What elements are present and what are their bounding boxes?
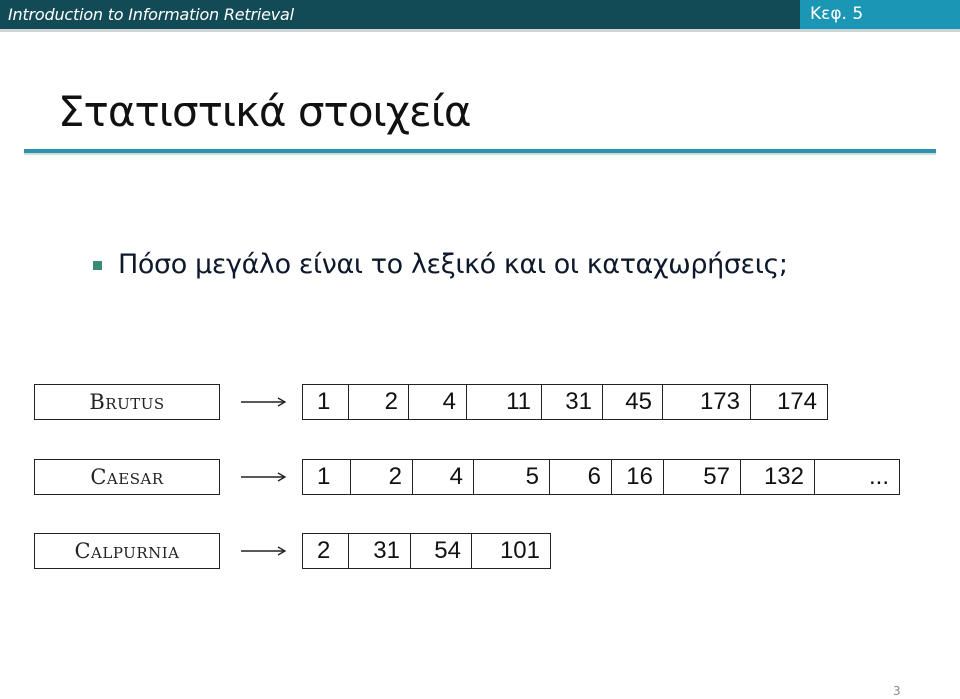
posting-cell: 4 xyxy=(413,460,474,494)
postings-list-caesar: 1 2 4 5 6 16 57 132 ... xyxy=(302,459,900,495)
term-box-brutus: Brutus xyxy=(34,384,220,420)
posting-cell: 2 xyxy=(351,460,413,494)
square-bullet-icon xyxy=(93,261,102,270)
posting-cell: 57 xyxy=(664,460,741,494)
long-right-arrow-icon xyxy=(240,459,288,495)
posting-cell: 5 xyxy=(474,460,550,494)
posting-cell: 132 xyxy=(741,460,815,494)
term-label: Calpurnia xyxy=(74,539,180,563)
postings-list-brutus: 1 2 4 11 31 45 173 174 xyxy=(302,384,828,420)
postings-list-calpurnia: 2 31 54 101 xyxy=(302,533,551,569)
posting-cell: 2 xyxy=(349,385,409,419)
term-box-caesar: Caesar xyxy=(34,459,220,495)
course-title: Introduction to Information Retrieval xyxy=(8,5,294,24)
posting-cell: 1 xyxy=(303,460,351,494)
page-number: 3 xyxy=(893,684,901,698)
posting-cell: 6 xyxy=(550,460,612,494)
posting-cell: 31 xyxy=(349,534,411,568)
chapter-badge: Κεφ. 5 xyxy=(800,0,960,29)
posting-cell: 174 xyxy=(776,388,817,415)
posting-cell: 1 xyxy=(303,385,349,419)
posting-cell-ellipsis: ... xyxy=(868,463,889,490)
posting-cell: 45 xyxy=(603,385,663,419)
term-label: Caesar xyxy=(90,465,164,489)
long-right-arrow-icon xyxy=(240,533,288,569)
posting-cell: 31 xyxy=(542,385,603,419)
title-underline-shadow xyxy=(24,153,936,155)
term-label: Brutus xyxy=(89,390,165,414)
slide-title: Στατιστικά στοιχεία xyxy=(58,87,472,136)
header-bar: Introduction to Information Retrieval Κε… xyxy=(0,0,960,29)
bullet-text: Πόσο μεγάλο είναι το λεξικό και οι καταχ… xyxy=(118,249,788,280)
posting-cell: 2 xyxy=(303,534,349,568)
posting-cell: 54 xyxy=(411,534,472,568)
term-box-calpurnia: Calpurnia xyxy=(34,533,220,569)
chapter-label: Κεφ. 5 xyxy=(810,4,864,24)
header-shadow xyxy=(0,29,960,32)
posting-cell: 4 xyxy=(409,385,467,419)
posting-cell: 101 xyxy=(499,537,540,564)
posting-cell: 16 xyxy=(612,460,664,494)
posting-cell: 11 xyxy=(467,385,542,419)
long-right-arrow-icon xyxy=(240,384,288,420)
posting-cell: 173 xyxy=(663,385,751,419)
